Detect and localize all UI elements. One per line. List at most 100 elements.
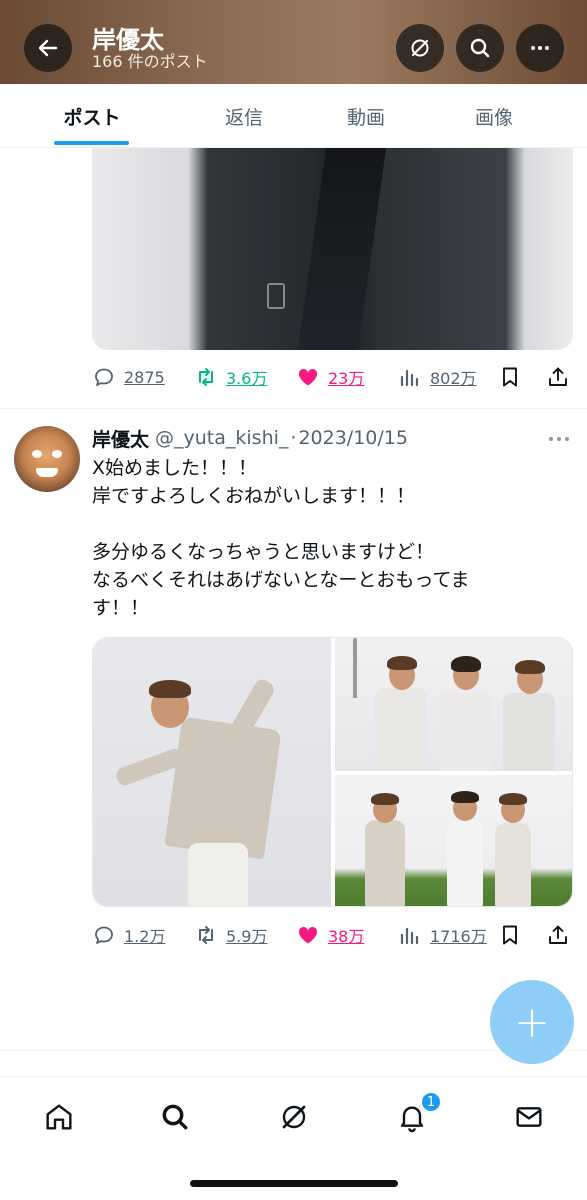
post-text-line: なるべくそれはあげないとなーとおもってま bbox=[92, 569, 470, 591]
like-count: 23万 bbox=[328, 369, 365, 388]
post-divider bbox=[0, 408, 587, 409]
share-icon bbox=[549, 367, 567, 386]
image-detail bbox=[297, 148, 387, 350]
home-icon bbox=[46, 1104, 72, 1130]
view-count: 1716万 bbox=[430, 927, 487, 946]
profile-header: 岸優太 166 件のポスト bbox=[0, 0, 587, 84]
photo-figure bbox=[365, 820, 405, 906]
repost-count: 5.9万 bbox=[226, 927, 268, 946]
repost-icon bbox=[199, 368, 213, 386]
like-button[interactable]: 23万 bbox=[296, 362, 364, 392]
tab-videos[interactable]: 動画 bbox=[316, 84, 416, 148]
heart-filled-icon bbox=[298, 368, 318, 386]
views-chart-icon bbox=[400, 369, 419, 387]
grok-icon bbox=[411, 39, 429, 57]
views-button[interactable]: 802万 bbox=[398, 362, 477, 392]
repost-icon bbox=[199, 926, 213, 944]
post-date[interactable]: 2023/10/15 bbox=[298, 427, 408, 449]
photo-figure bbox=[515, 660, 545, 674]
post-text-line bbox=[92, 510, 572, 538]
post-actions: 2875 3.6万 23万 802万 bbox=[92, 362, 573, 392]
post-text: X始めました！！！ 岸ですよろしくおねがいします！！！ 多分ゆるくなっちゃうと思… bbox=[92, 454, 572, 622]
photo-figure bbox=[149, 680, 191, 698]
active-tab-indicator bbox=[54, 141, 129, 145]
compose-post-button[interactable]: + bbox=[490, 980, 574, 1064]
avatar-detail bbox=[36, 468, 58, 477]
view-count: 802万 bbox=[430, 369, 477, 388]
reply-count: 2875 bbox=[124, 367, 165, 387]
post-media-grid bbox=[92, 637, 573, 907]
repost-count: 3.6万 bbox=[226, 369, 268, 388]
post-text-line: X始めました！！！ bbox=[92, 457, 258, 479]
nav-grok[interactable] bbox=[272, 1095, 316, 1139]
photo-figure bbox=[451, 791, 479, 803]
tab-replies[interactable]: 返信 bbox=[194, 84, 294, 148]
photo-figure bbox=[371, 793, 399, 805]
photo-figure bbox=[447, 820, 483, 906]
photo-figure bbox=[353, 638, 357, 698]
grok-button[interactable] bbox=[396, 24, 444, 72]
nav-home[interactable] bbox=[37, 1095, 81, 1139]
home-indicator bbox=[190, 1180, 398, 1187]
post-text-line: 岸ですよろしくおねがいします！！！ bbox=[92, 485, 416, 507]
repost-button[interactable]: 3.6万 bbox=[194, 362, 267, 392]
post-count: 166 件のポスト bbox=[92, 52, 208, 71]
tab-posts[interactable]: ポスト bbox=[40, 84, 144, 148]
share-button[interactable] bbox=[546, 362, 570, 392]
like-button[interactable]: 38万 bbox=[296, 920, 364, 950]
tab-images[interactable]: 画像 bbox=[444, 84, 544, 148]
bookmark-button[interactable] bbox=[498, 362, 522, 392]
photo-figure bbox=[387, 656, 417, 670]
views-chart-icon bbox=[400, 927, 419, 945]
image-detail bbox=[267, 283, 285, 309]
photo-figure bbox=[164, 716, 282, 860]
like-count: 38万 bbox=[328, 927, 365, 946]
photo-figure bbox=[439, 693, 491, 771]
reply-count: 1.2万 bbox=[124, 927, 166, 946]
photo-figure bbox=[499, 793, 527, 805]
photo-figure bbox=[188, 843, 248, 906]
messages-icon bbox=[516, 1107, 542, 1127]
share-icon bbox=[549, 925, 567, 944]
post-divider bbox=[0, 1050, 587, 1051]
nav-search[interactable] bbox=[153, 1095, 197, 1139]
post-photo-1[interactable] bbox=[93, 638, 331, 906]
bookmark-button[interactable] bbox=[498, 920, 522, 950]
more-button[interactable] bbox=[516, 24, 564, 72]
avatar-detail bbox=[32, 450, 42, 458]
reply-button[interactable]: 1.2万 bbox=[92, 920, 165, 950]
post-text-line: す！！ bbox=[92, 597, 150, 619]
back-button[interactable] bbox=[24, 24, 72, 72]
search-icon bbox=[470, 38, 490, 58]
profile-page: 岸優太 166 件のポスト ポスト 返信 動画 画像 2875 3.6万 23万… bbox=[0, 0, 587, 1200]
arrow-left-icon bbox=[38, 39, 58, 57]
grok-icon bbox=[282, 1105, 306, 1129]
notification-badge: 1 bbox=[420, 1091, 442, 1113]
post-image[interactable] bbox=[92, 148, 573, 350]
author-handle[interactable]: @_yuta_kishi_ bbox=[155, 427, 288, 449]
post-header: 岸優太 @_yuta_kishi_ · 2023/10/15 bbox=[92, 424, 408, 452]
views-button[interactable]: 1716万 bbox=[398, 920, 487, 950]
share-button[interactable] bbox=[546, 920, 570, 950]
reply-icon bbox=[95, 926, 113, 944]
more-horizontal-icon bbox=[549, 437, 569, 441]
search-button[interactable] bbox=[456, 24, 504, 72]
reply-button[interactable]: 2875 bbox=[92, 362, 165, 392]
search-icon bbox=[162, 1104, 188, 1130]
bookmark-icon bbox=[503, 367, 517, 387]
post-photo-3[interactable] bbox=[335, 775, 572, 906]
post-photo-2[interactable] bbox=[335, 638, 572, 771]
avatar[interactable] bbox=[14, 426, 80, 492]
post-actions: 1.2万 5.9万 38万 1716万 bbox=[92, 920, 573, 950]
post-more-button[interactable] bbox=[548, 428, 570, 449]
photo-figure bbox=[503, 693, 555, 771]
repost-button[interactable]: 5.9万 bbox=[194, 920, 267, 950]
author-name[interactable]: 岸優太 bbox=[92, 425, 149, 452]
heart-filled-icon bbox=[298, 926, 318, 944]
reply-icon bbox=[95, 368, 113, 386]
nav-messages[interactable] bbox=[507, 1095, 551, 1139]
photo-figure bbox=[451, 656, 481, 672]
profile-tabs: ポスト 返信 動画 画像 bbox=[0, 84, 587, 148]
separator: · bbox=[290, 427, 297, 449]
avatar-detail bbox=[52, 450, 62, 458]
